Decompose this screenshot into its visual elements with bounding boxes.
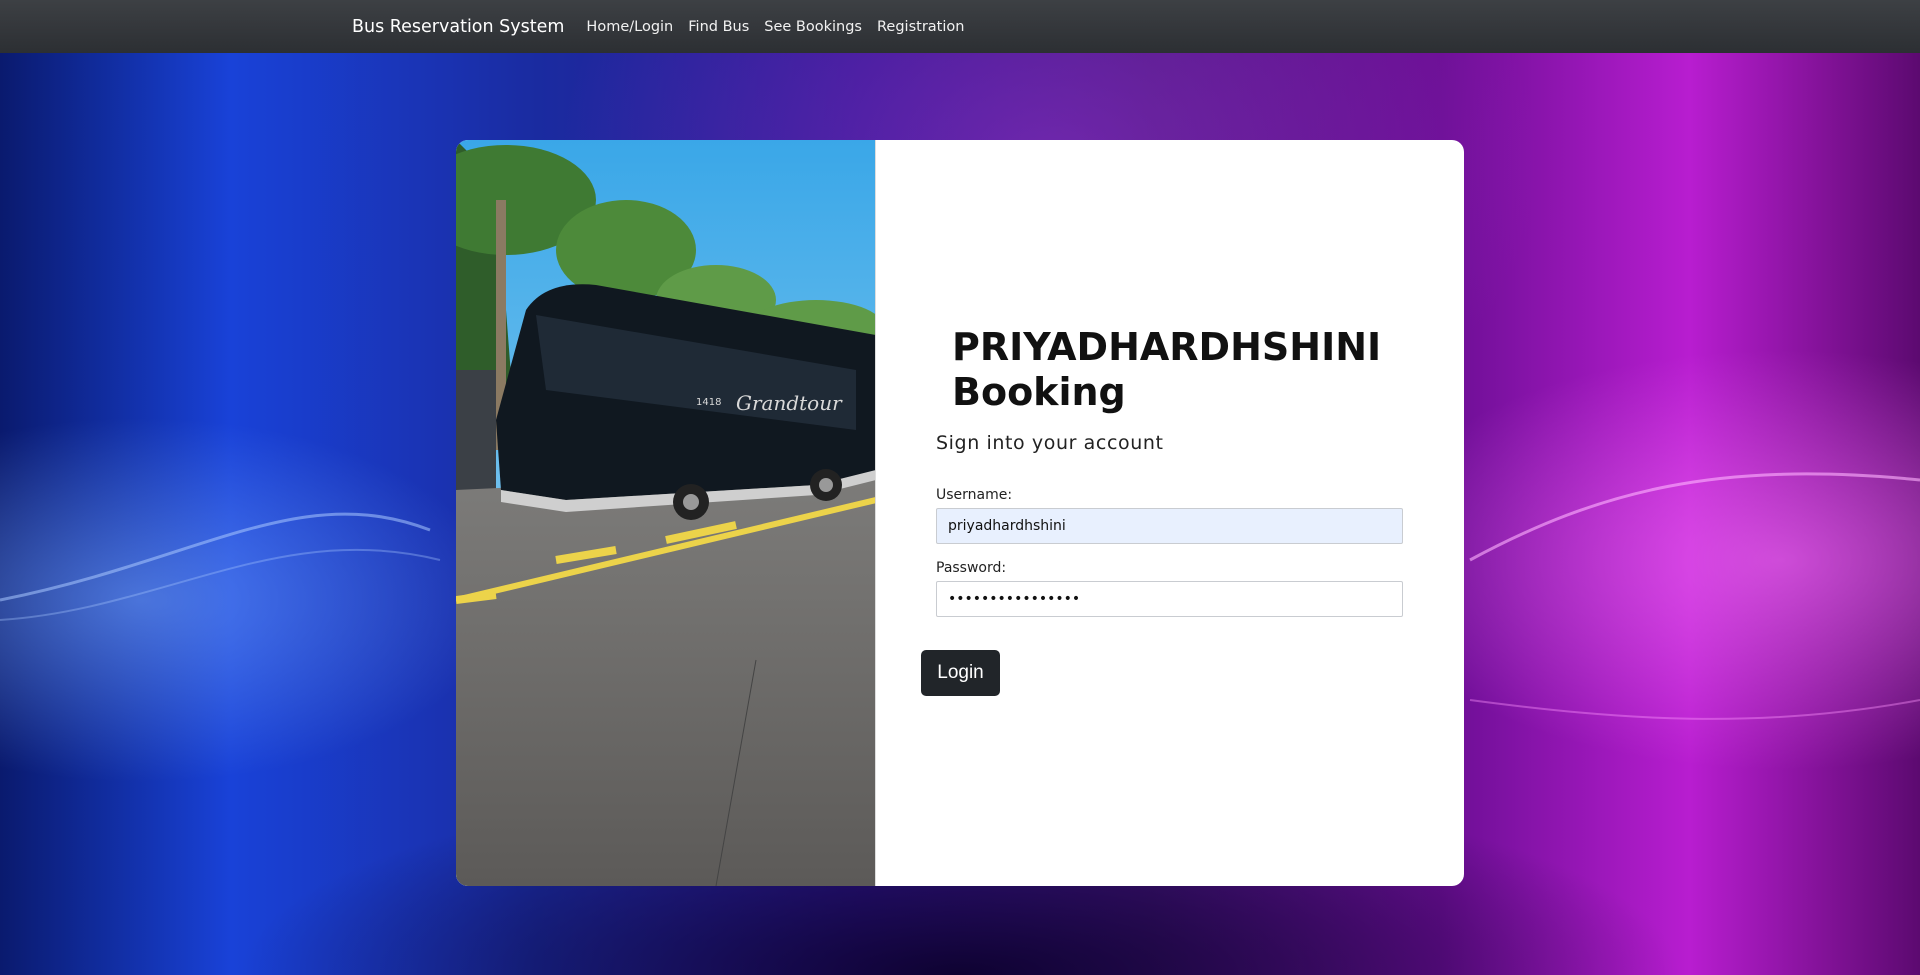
password-input[interactable] xyxy=(936,581,1403,617)
username-label: Username: xyxy=(936,487,1013,503)
bus-brand-text: Grandtour xyxy=(736,391,843,415)
login-form: PRIYADHARDHSHINI Booking Sign into your … xyxy=(876,140,1464,886)
bus-number-text: 1418 xyxy=(696,397,721,408)
title-line-1: PRIYADHARDHSHINI xyxy=(952,325,1382,369)
bus-photo: Grandtour 1418 xyxy=(456,140,876,886)
nav-link-see-bookings[interactable]: See Bookings xyxy=(764,19,862,35)
login-card: Grandtour 1418 PRIYADHARDHSHINI Booking … xyxy=(456,140,1464,886)
title-line-2: Booking xyxy=(952,370,1126,414)
username-input[interactable] xyxy=(936,508,1403,544)
nav-link-registration[interactable]: Registration xyxy=(877,19,964,35)
page-title: PRIYADHARDHSHINI Booking xyxy=(952,325,1381,415)
nav-link-find-bus[interactable]: Find Bus xyxy=(688,19,749,35)
brand-link[interactable]: Bus Reservation System xyxy=(352,17,564,37)
sign-in-subtitle: Sign into your account xyxy=(936,432,1164,454)
password-label: Password: xyxy=(936,560,1007,576)
login-button[interactable]: Login xyxy=(921,650,1000,696)
top-navbar: Bus Reservation System Home/Login Find B… xyxy=(0,0,1920,53)
nav-link-home-login[interactable]: Home/Login xyxy=(586,19,673,35)
